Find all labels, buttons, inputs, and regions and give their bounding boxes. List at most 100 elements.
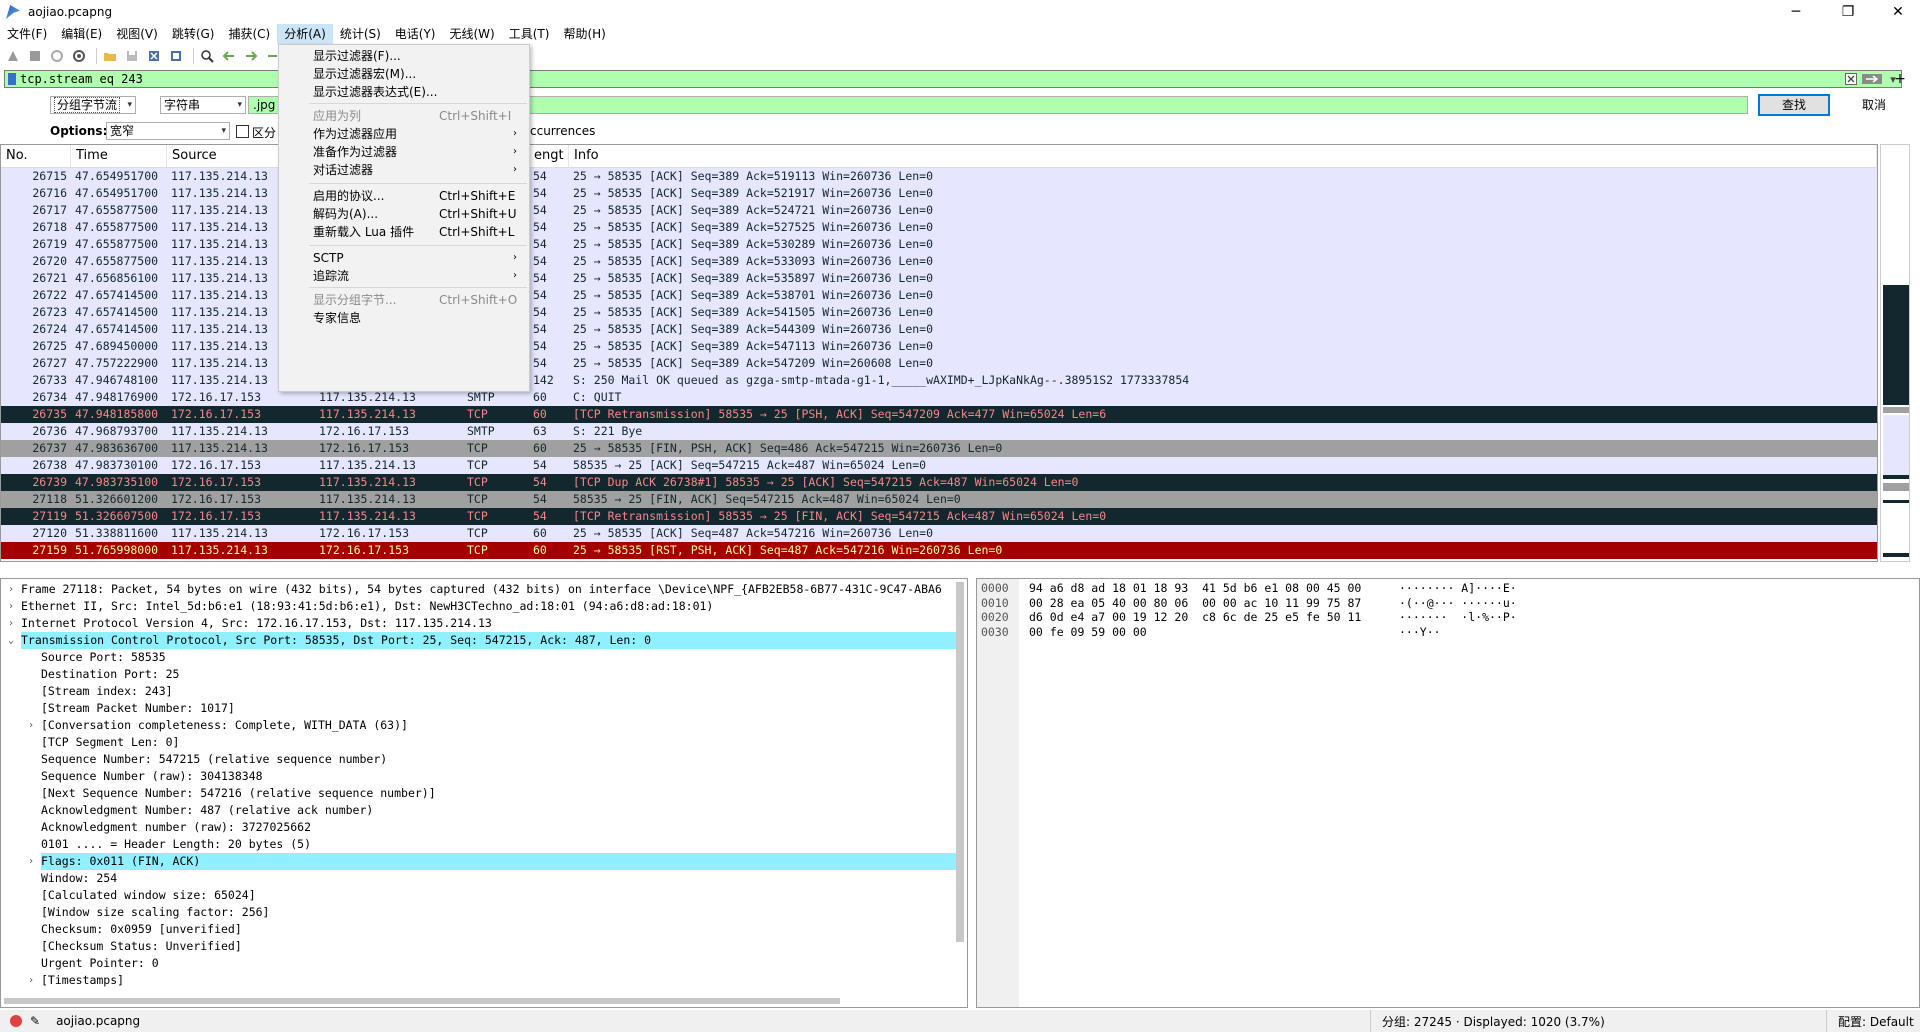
hex-row[interactable]: 0030 00 fe 09 59 00 00 ···Y··: [977, 624, 1919, 639]
open-file-icon[interactable]: [101, 47, 119, 65]
packet-row[interactable]: 26739 47.983735100 172.16.17.153 117.135.21…: [1, 474, 1877, 491]
hex-row[interactable]: 0020 d6 0d e4 a7 00 19 12 20 c8 6c de 25 …: [977, 610, 1919, 625]
save-file-icon[interactable]: [123, 47, 141, 65]
menu-capture[interactable]: 捕获(C): [221, 24, 277, 44]
detail-tree-item[interactable]: › [Timestamps]: [1, 972, 967, 989]
detail-tree-item[interactable]: Urgent Pointer: 0: [1, 955, 967, 972]
menu-tools[interactable]: 工具(T): [502, 24, 557, 44]
close-file-icon[interactable]: [145, 47, 163, 65]
packet-row[interactable]: 27159 51.765998000 117.135.214.13 172.16.17…: [1, 542, 1877, 559]
packet-detail-tree[interactable]: › Frame 27118: Packet, 54 bytes on wire (…: [0, 578, 968, 1008]
analyze-menu-item[interactable]: 准备作为过滤器 ›: [279, 143, 529, 161]
detail-tree-item[interactable]: Acknowledgment Number: 487 (relative ack…: [1, 802, 967, 819]
collapse-arrow-icon[interactable]: ⌄: [5, 632, 17, 649]
analyze-menu-item[interactable]: 作为过滤器应用 ›: [279, 125, 529, 143]
menu-edit[interactable]: 编辑(E): [54, 24, 109, 44]
search-type-select[interactable]: 字符串 ▾: [160, 96, 246, 114]
apply-filter-icon[interactable]: [1861, 72, 1883, 86]
packet-bytes-pane[interactable]: 0000 94 a6 d8 ad 18 01 18 93 41 5d b6 e1 …: [976, 578, 1920, 1008]
detail-tree-item[interactable]: Sequence Number: 547215 (relative sequen…: [1, 751, 967, 768]
add-filter-button[interactable]: +: [1888, 70, 1912, 88]
start-capture-icon[interactable]: [4, 47, 22, 65]
bookmark-icon[interactable]: [8, 73, 16, 85]
status-profile[interactable]: 配置: Default: [1838, 1013, 1914, 1030]
close-button[interactable]: ✕: [1876, 0, 1920, 24]
analyze-menu-item[interactable]: 解码为(A)... Ctrl+Shift+U: [279, 205, 529, 223]
expand-arrow-icon[interactable]: ›: [5, 615, 17, 632]
detail-vertical-scrollbar[interactable]: [956, 582, 964, 942]
analyze-menu-item[interactable]: 显示过滤器宏(M)...: [279, 65, 529, 83]
edit-comment-icon[interactable]: ✎: [30, 1014, 40, 1028]
search-in-select[interactable]: 分组字节流 ▾: [50, 96, 136, 114]
detail-tree-item[interactable]: › Ethernet II, Src: Intel_5d:b6:e1 (18:93…: [1, 598, 967, 615]
expand-arrow-icon[interactable]: ›: [25, 853, 37, 870]
find-button[interactable]: 查找: [1758, 94, 1830, 116]
maximize-button[interactable]: ❐: [1826, 0, 1870, 24]
menu-go[interactable]: 跳转(G): [165, 24, 222, 44]
detail-tree-item[interactable]: [TCP Segment Len: 0]: [1, 734, 967, 751]
expert-info-icon[interactable]: [10, 1015, 22, 1027]
packet-row[interactable]: 27119 51.326607500 172.16.17.153 117.135.21…: [1, 508, 1877, 525]
detail-tree-item[interactable]: › Flags: 0x011 (FIN, ACK): [1, 853, 967, 870]
detail-horizontal-scrollbar[interactable]: [4, 998, 840, 1004]
menu-analyze[interactable]: 分析(A): [277, 24, 333, 44]
go-back-icon[interactable]: [220, 47, 238, 65]
minimize-button[interactable]: ─: [1774, 0, 1818, 24]
restart-capture-icon[interactable]: [48, 47, 66, 65]
reload-file-icon[interactable]: [167, 47, 185, 65]
detail-tree-item[interactable]: › Frame 27118: Packet, 54 bytes on wire (…: [1, 581, 967, 598]
detail-tree-item[interactable]: › [Conversation completeness: Complete, W…: [1, 717, 967, 734]
analyze-menu-item[interactable]: 显示过滤器表达式(E)...: [279, 83, 529, 101]
packet-row[interactable]: 27120 51.338811600 117.135.214.13 172.16.17…: [1, 525, 1877, 542]
expand-arrow-icon[interactable]: ›: [5, 598, 17, 615]
detail-tree-item[interactable]: Window: 254: [1, 870, 967, 887]
stop-capture-icon[interactable]: [26, 47, 44, 65]
detail-tree-item[interactable]: › Internet Protocol Version 4, Src: 172.1…: [1, 615, 967, 632]
expand-arrow-icon[interactable]: ›: [25, 972, 37, 989]
menu-file[interactable]: 文件(F): [0, 24, 54, 44]
hex-row[interactable]: 0000 94 a6 d8 ad 18 01 18 93 41 5d b6 e1 …: [977, 581, 1919, 596]
column-no[interactable]: No.: [1, 145, 71, 167]
column-info[interactable]: Info: [569, 145, 1877, 167]
menu-statistics[interactable]: 统计(S): [333, 24, 388, 44]
capture-options-icon[interactable]: [70, 47, 88, 65]
packet-row[interactable]: 26737 47.983636700 117.135.214.13 172.16.17…: [1, 440, 1877, 457]
packet-row[interactable]: 26735 47.948185800 172.16.17.153 117.135.21…: [1, 406, 1877, 423]
column-time[interactable]: Time: [71, 145, 167, 167]
find-packet-icon[interactable]: [198, 47, 216, 65]
analyze-menu-item[interactable]: 专家信息: [279, 309, 529, 327]
analyze-menu-item[interactable]: 对话过滤器 ›: [279, 161, 529, 179]
detail-tree-item[interactable]: [Window size scaling factor: 256]: [1, 904, 967, 921]
menu-help[interactable]: 帮助(H): [556, 24, 612, 44]
packet-row[interactable]: 26738 47.983730100 172.16.17.153 117.135.21…: [1, 457, 1877, 474]
detail-tree-item[interactable]: [Stream index: 243]: [1, 683, 967, 700]
detail-tree-item[interactable]: 0101 .... = Header Length: 20 bytes (5): [1, 836, 967, 853]
detail-tree-item[interactable]: [Checksum Status: Unverified]: [1, 938, 967, 955]
packet-row[interactable]: 26736 47.968793700 117.135.214.13 172.16.17…: [1, 423, 1877, 440]
detail-tree-item[interactable]: [Calculated window size: 65024]: [1, 887, 967, 904]
analyze-menu-item[interactable]: SCTP ›: [279, 249, 529, 267]
charset-select[interactable]: 宽窄 ▾: [106, 122, 230, 140]
display-filter-input[interactable]: tcp.stream eq 243: [20, 72, 143, 86]
expand-arrow-icon[interactable]: ›: [5, 581, 17, 598]
packet-row[interactable]: 27118 51.326601200 172.16.17.153 117.135.21…: [1, 491, 1877, 508]
analyze-menu-item[interactable]: 显示过滤器(F)...: [279, 47, 529, 65]
detail-tree-item[interactable]: Destination Port: 25: [1, 666, 967, 683]
analyze-menu-item[interactable]: 启用的协议... Ctrl+Shift+E: [279, 187, 529, 205]
detail-tree-item[interactable]: Sequence Number (raw): 304138348: [1, 768, 967, 785]
detail-tree-item[interactable]: ⌄ Transmission Control Protocol, Src Port…: [1, 632, 967, 649]
go-forward-icon[interactable]: [242, 47, 260, 65]
detail-tree-item[interactable]: [Next Sequence Number: 547216 (relative …: [1, 785, 967, 802]
packet-list-minimap-scrollbar[interactable]: [1880, 144, 1910, 562]
column-length[interactable]: engt: [529, 145, 569, 167]
analyze-menu-item[interactable]: 重新载入 Lua 插件 Ctrl+Shift+L: [279, 223, 529, 241]
analyze-menu-item[interactable]: 追踪流 ›: [279, 267, 529, 285]
detail-tree-item[interactable]: Acknowledgment number (raw): 3727025662: [1, 819, 967, 836]
detail-tree-item[interactable]: Checksum: 0x0959 [unverified]: [1, 921, 967, 938]
expand-arrow-icon[interactable]: ›: [25, 717, 37, 734]
case-sensitive-checkbox[interactable]: [236, 125, 249, 138]
cancel-button[interactable]: 取消: [1838, 94, 1910, 116]
menu-view[interactable]: 视图(V): [109, 24, 165, 44]
detail-tree-item[interactable]: Source Port: 58535: [1, 649, 967, 666]
hex-row[interactable]: 0010 00 28 ea 05 40 00 80 06 00 00 ac 10 …: [977, 595, 1919, 610]
